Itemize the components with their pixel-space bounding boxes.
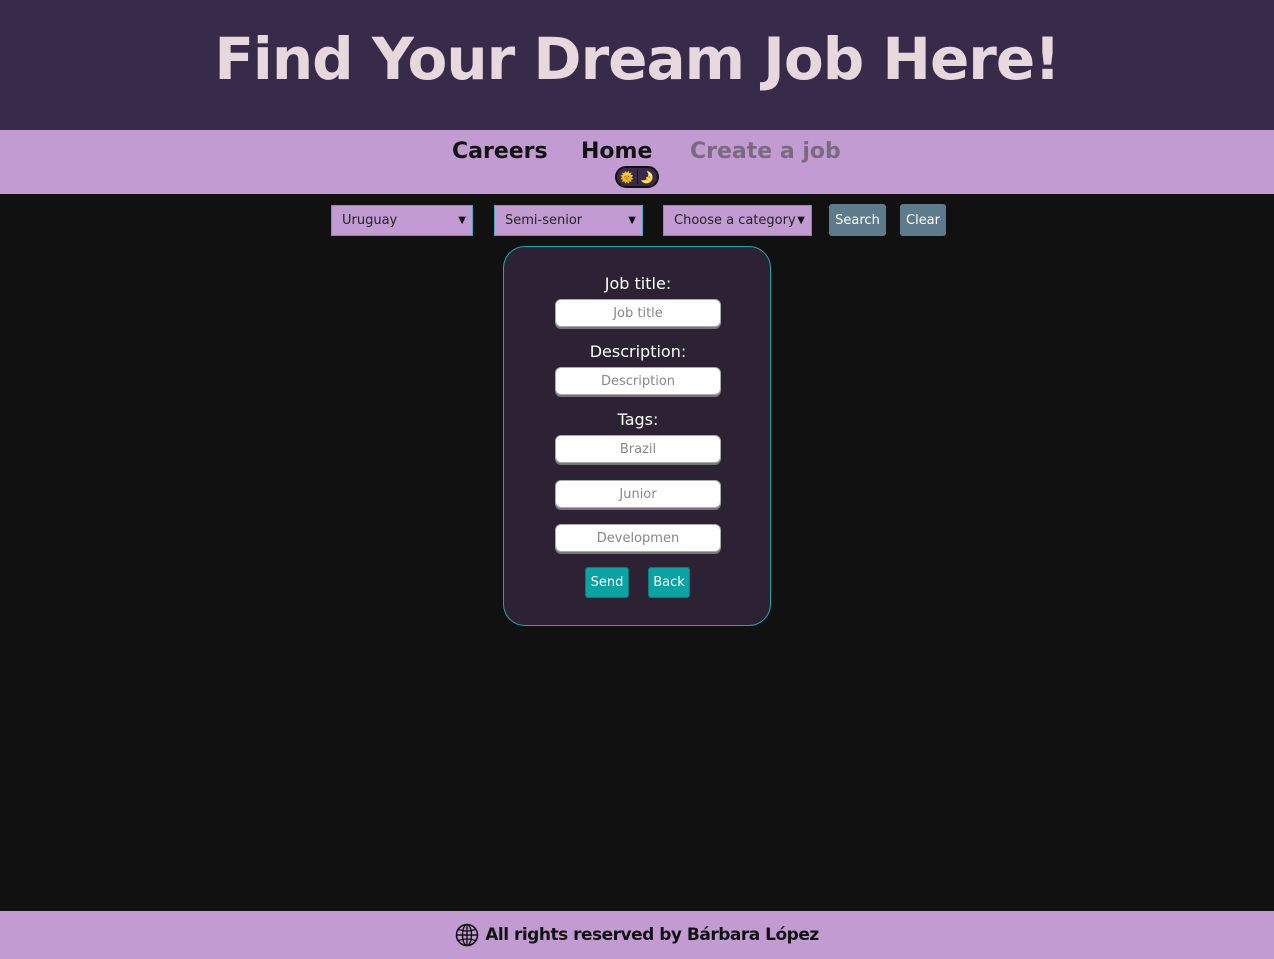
sun-icon: 🌞 — [620, 170, 634, 184]
job-title-input[interactable] — [555, 299, 721, 327]
country-select-value: Uruguay — [342, 213, 398, 228]
tag-input-category[interactable] — [555, 524, 721, 552]
nav-link-careers[interactable]: Careers — [452, 139, 548, 164]
seniority-select-value: Semi-senior — [505, 213, 583, 228]
seniority-select[interactable]: Semi-senior ▼ — [494, 205, 643, 236]
moon-icon: 🌛 — [640, 170, 654, 184]
description-label: Description: — [589, 342, 687, 361]
page-title: Find Your Dream Job Here! — [214, 25, 1060, 93]
clear-button[interactable]: Clear — [900, 204, 946, 236]
chevron-down-icon: ▼ — [797, 215, 805, 226]
tags-label: Tags: — [617, 410, 659, 429]
create-job-form: Job title: Description: Tags: Send Back — [503, 246, 771, 626]
page-header: Find Your Dream Job Here! — [0, 0, 1274, 130]
nav-link-create-job[interactable]: Create a job — [690, 139, 841, 164]
search-button[interactable]: Search — [829, 204, 886, 236]
tag-input-seniority[interactable] — [555, 480, 721, 508]
toggle-divider — [636, 170, 638, 184]
tag-input-country[interactable] — [555, 435, 721, 463]
nav-link-home[interactable]: Home — [581, 139, 652, 164]
page-footer: All rights reserved by Bárbara López — [0, 911, 1274, 959]
category-select-value: Choose a category — [674, 213, 796, 228]
chevron-down-icon: ▼ — [458, 215, 466, 226]
back-button[interactable]: Back — [648, 567, 690, 598]
globe-icon — [455, 923, 479, 947]
category-select[interactable]: Choose a category ▼ — [663, 205, 812, 236]
country-select[interactable]: Uruguay ▼ — [331, 205, 473, 236]
description-input[interactable] — [555, 367, 721, 395]
send-button[interactable]: Send — [585, 567, 629, 598]
theme-toggle[interactable]: 🌞 🌛 — [615, 166, 659, 188]
job-title-label: Job title: — [604, 274, 672, 293]
footer-copyright: All rights reserved by Bárbara López — [485, 925, 819, 945]
chevron-down-icon: ▼ — [628, 215, 636, 226]
